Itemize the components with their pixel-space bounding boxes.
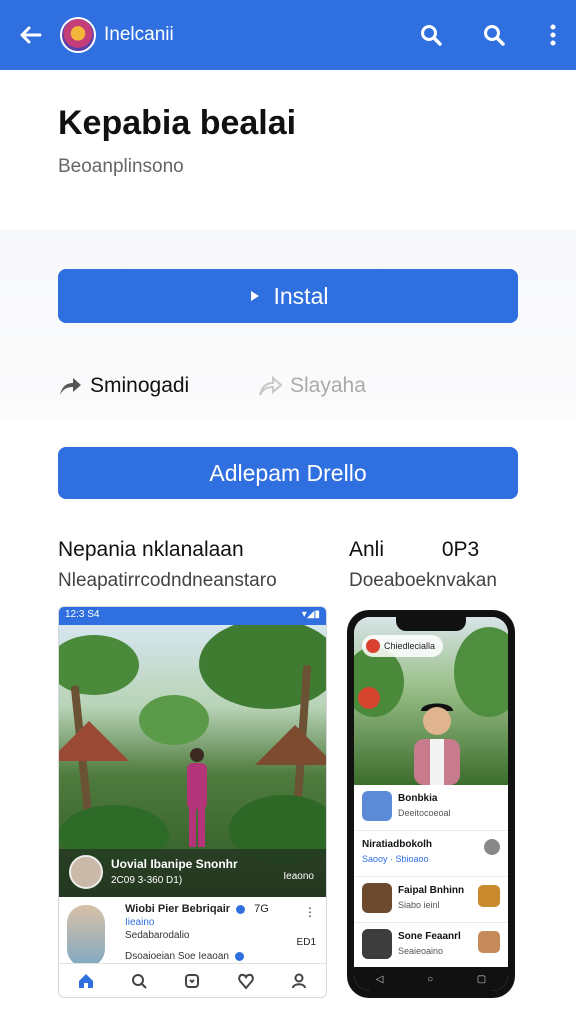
person-figure xyxy=(414,703,460,785)
post-meta-text: Dsoaioeian Soe Ieaoan xyxy=(125,951,229,962)
list-item[interactable]: Faipal Bnhinn Siabo ieinl xyxy=(354,877,508,923)
status-right: ▾◢▮ xyxy=(301,609,320,620)
post-tag: Iieaino xyxy=(125,917,155,928)
status-bar: 12:3 S4 ▾◢▮ xyxy=(59,607,326,625)
arrow-left-icon[interactable] xyxy=(16,20,46,50)
caption-sub: 2C09 3-360 D1) xyxy=(111,875,183,886)
post-tag-2: Sedabarodalio xyxy=(125,930,190,941)
phone-screen: Chiedlecialla Bonbkia Deeitocoeoal Nirat… xyxy=(354,617,508,991)
info-right-sub: Doeaboeknvakan xyxy=(349,570,497,591)
person-figure xyxy=(187,748,207,847)
item-thumb xyxy=(362,883,392,913)
secondary-button[interactable]: Adlepam Drello xyxy=(58,447,518,499)
secondary-button-label: Adlepam Drello xyxy=(209,459,367,486)
item-sub: Deeitocoeoal xyxy=(398,808,451,818)
info-right: Anli 0P3 Doeaboeknvakan xyxy=(349,538,497,592)
screenshot-preview-1[interactable]: 12:3 S4 ▾◢▮ Uovial Ibanipe Snonhr 2C09 3… xyxy=(58,606,327,998)
verified-icon xyxy=(234,951,244,961)
channel-avatar xyxy=(366,639,380,653)
info-left-sub: Nleapatirrcodndneanstaro xyxy=(58,570,277,591)
screenshot-preview-2[interactable]: Chiedlecialla Bonbkia Deeitocoeoal Nirat… xyxy=(347,610,515,998)
forward-arrow-icon xyxy=(259,375,282,396)
info-left: Nepania nklanalaan Nleapatirrcodndneanst… xyxy=(58,538,277,592)
heart-icon[interactable] xyxy=(237,972,255,990)
app-logo xyxy=(60,17,96,53)
phone-list: Bonbkia Deeitocoeoal Niratiadbokolh Saoo… xyxy=(354,785,508,969)
info-right-title-b: 0P3 xyxy=(441,538,480,561)
app-title: Inelcanii xyxy=(104,24,174,45)
info-left-title: Nepania nklanalaan xyxy=(58,538,244,561)
post-name: Wiobi Pier Bebriqair xyxy=(125,903,231,915)
home-circle-icon[interactable]: ○ xyxy=(427,974,433,985)
status-left: 12:3 S4 xyxy=(65,609,100,620)
phone-nav-bar: ◁ ○ ▢ xyxy=(354,967,508,991)
item-thumb-right xyxy=(478,885,500,907)
search-icon[interactable] xyxy=(418,22,444,48)
recents-square-icon[interactable]: ▢ xyxy=(477,974,486,985)
forward-action[interactable]: Slayaha xyxy=(258,374,366,398)
phone-notch xyxy=(396,617,466,631)
bookmark-icon[interactable] xyxy=(183,972,201,990)
list-item[interactable]: Niratiadbokolh Saooy · Sbioaoo xyxy=(354,831,508,877)
garden-photo: Uovial Ibanipe Snonhr 2C09 3-360 D1) Iea… xyxy=(59,625,326,897)
install-button-label: Instal xyxy=(273,282,329,309)
bottom-nav xyxy=(59,963,326,997)
share-action-label: Sminogadi xyxy=(90,374,190,397)
list-item[interactable]: Sone Feaanrl Seaieoaino xyxy=(354,923,508,969)
post-right: ED1 xyxy=(296,937,316,948)
phone-photo: Chiedlecialla xyxy=(354,617,508,785)
search-icon[interactable] xyxy=(481,22,507,48)
info-right-title: Anli 0P3 xyxy=(349,538,497,562)
avatar xyxy=(67,905,105,967)
profile-icon[interactable] xyxy=(290,972,308,990)
item-thumb xyxy=(362,929,392,959)
back-triangle-icon[interactable]: ◁ xyxy=(376,974,384,985)
post-name-row: Wiobi Pier Bebriqair 7G xyxy=(125,903,318,915)
post-meta: Dsoaioeian Soe Ieaoan xyxy=(125,951,318,962)
item-badge xyxy=(484,839,500,855)
home-icon[interactable] xyxy=(77,972,95,990)
more-vert-icon[interactable]: ⋮ xyxy=(304,905,316,919)
channel-pill[interactable]: Chiedlecialla xyxy=(362,635,444,657)
verified-icon xyxy=(236,904,246,914)
play-icon xyxy=(250,291,259,301)
item-thumb-right xyxy=(478,931,500,953)
search-icon[interactable] xyxy=(130,972,148,990)
share-arrow-icon xyxy=(60,378,81,395)
item-thumb xyxy=(362,791,392,821)
action-row: Sminogadi Slayaha xyxy=(58,374,518,406)
list-item[interactable]: Bonbkia Deeitocoeoal xyxy=(354,785,508,831)
caption-right: Ieaono xyxy=(283,871,314,882)
more-vert-icon[interactable] xyxy=(540,22,566,48)
page-subtitle: Beoanplinsono xyxy=(58,156,184,177)
post-badge: 7G xyxy=(254,903,269,915)
photo-caption: Uovial Ibanipe Snonhr 2C09 3-360 D1) Iea… xyxy=(59,849,326,897)
avatar xyxy=(69,855,103,889)
info-right-title-a: Anli xyxy=(349,538,385,561)
item-title: Bonbkia xyxy=(398,793,438,804)
caption-title: Uovial Ibanipe Snonhr xyxy=(111,857,238,871)
install-button[interactable]: Instal xyxy=(58,269,518,323)
forward-action-label: Slayaha xyxy=(290,374,366,397)
item-title: Niratiadbokolh xyxy=(362,839,433,850)
hero-section xyxy=(0,70,576,230)
app-bar: Inelcanii xyxy=(0,0,576,70)
channel-pill-label: Chiedlecialla xyxy=(384,641,436,651)
page-title: Kepabia bealai xyxy=(58,104,297,142)
item-sub: Saooy · Sbioaoo xyxy=(362,854,429,864)
post-item[interactable]: Wiobi Pier Bebriqair 7G Iieaino Sedabaro… xyxy=(59,897,326,967)
share-action[interactable]: Sminogadi xyxy=(58,374,189,398)
